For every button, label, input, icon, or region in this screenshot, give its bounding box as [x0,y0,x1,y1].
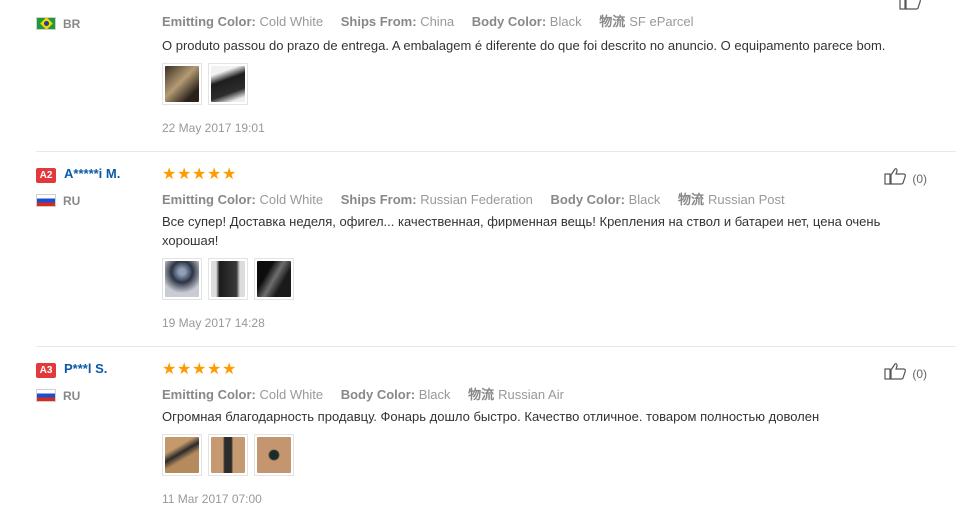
russia-flag-icon [36,194,56,207]
thumbs-up-icon [884,167,908,190]
review-photos [162,63,248,105]
attribute-logistics: 物流 Russian Post [677,192,785,207]
reviewer-name[interactable]: P***l S. [64,361,107,376]
attribute-emitting-color: Emitting Color: Cold White [162,192,324,207]
attribute-ships-from: Ships From: China [340,14,455,29]
reviewer-country: BR [63,17,81,31]
review-attributes: Emitting Color: Cold White Ships From: R… [162,189,799,208]
review-photo-thumbnail[interactable] [208,63,248,105]
reviewer-country: RU [63,389,81,403]
attribute-ships-from: Ships From: Russian Federation [340,192,533,207]
star-icon: ★ [192,166,207,183]
star-icon: ★ [222,361,237,378]
star-rating: ★ ★ ★ ★ ★ [162,362,236,378]
reviewer-name[interactable]: A*****i M. [64,166,120,181]
reviewer-country: RU [63,194,81,208]
russia-flag-icon [36,389,56,402]
helpful-button[interactable]: (0) [884,362,927,385]
attribute-logistics: 物流 Russian Air [468,387,564,402]
review-photo-thumbnail[interactable] [162,63,202,105]
star-icon: ★ [177,361,192,378]
star-icon: ★ [177,166,192,183]
review-photos [162,434,294,476]
review-divider [36,346,956,347]
attribute-body-color: Body Color: Black [340,387,451,402]
helpful-count: (0) [912,171,927,186]
thumbs-up-icon [884,362,908,385]
review-photo-thumbnail[interactable] [208,434,248,476]
review-text: O produto passou do prazo de entrega. A … [162,38,886,53]
level-badge: A3 [36,363,56,378]
star-icon: ★ [222,166,237,183]
review-photo-thumbnail[interactable] [162,434,202,476]
star-icon: ★ [162,166,177,183]
helpful-button[interactable] [899,0,927,15]
helpful-count: (0) [912,366,927,381]
review-photo-thumbnail[interactable] [162,258,202,300]
review-text: Огромная благодарность продавцу. Фонарь … [162,409,820,424]
review-text: Все супер! Доставка неделя, офигел... ка… [162,214,881,248]
attribute-emitting-color: Emitting Color: Cold White [162,387,324,402]
attribute-emitting-color: Emitting Color: Cold White [162,14,324,29]
review-date: 11 Mar 2017 07:00 [162,492,262,506]
reviews-page: BR Emitting Color: Cold White Ships From… [0,0,961,516]
star-icon: ★ [162,361,177,378]
star-icon: ★ [192,361,207,378]
brazil-flag-icon [36,17,56,30]
attribute-body-color: Body Color: Black [471,14,582,29]
attribute-body-color: Body Color: Black [550,192,661,207]
review-attributes: Emitting Color: Cold White Ships From: C… [162,11,708,30]
review-attributes: Emitting Color: Cold White Body Color: B… [162,384,578,403]
level-badge: A2 [36,168,56,183]
star-rating: ★ ★ ★ ★ ★ [162,167,236,183]
review-date: 19 May 2017 14:28 [162,316,265,330]
attribute-logistics: 物流 SF eParcel [599,14,694,29]
review-photo-thumbnail[interactable] [254,434,294,476]
review-date: 22 May 2017 19:01 [162,121,265,135]
star-icon: ★ [207,166,222,183]
review-photo-thumbnail[interactable] [254,258,294,300]
star-icon: ★ [207,361,222,378]
thumbs-up-icon [899,0,923,15]
review-photos [162,258,294,300]
helpful-button[interactable]: (0) [884,167,927,190]
review-divider [36,151,956,152]
review-photo-thumbnail[interactable] [208,258,248,300]
